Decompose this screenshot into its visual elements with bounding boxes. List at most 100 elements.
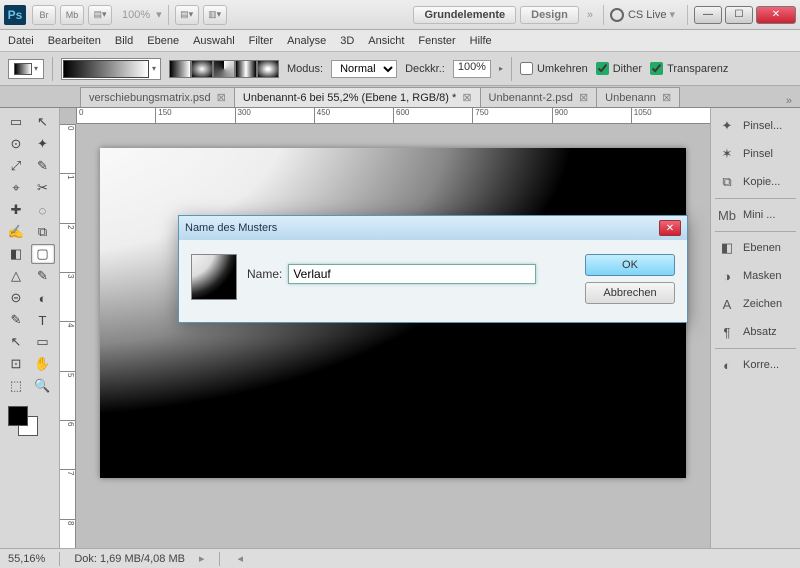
close-icon[interactable]: ⊠ xyxy=(579,91,588,104)
scroll-left-icon[interactable]: ◂ xyxy=(238,552,244,565)
tool-item[interactable]: ⧉ xyxy=(31,222,55,242)
tool-item[interactable]: ✎ xyxy=(31,266,55,286)
canvas-area[interactable]: 01503004506007509001050 012345678 xyxy=(60,108,710,568)
opacity-value[interactable]: 100% xyxy=(453,60,491,78)
tool-item[interactable]: ▭ xyxy=(4,112,28,132)
menu-fenster[interactable]: Fenster xyxy=(418,35,455,47)
gradient-angle[interactable] xyxy=(213,60,235,78)
tool-item[interactable]: 🔍 xyxy=(31,376,55,396)
panel-button[interactable]: MbMini ... xyxy=(711,201,800,229)
panel-button[interactable]: AZeichen xyxy=(711,290,800,318)
close-icon[interactable]: ⊠ xyxy=(462,91,471,104)
gradient-picker[interactable]: ▾ xyxy=(61,58,161,80)
panel-button[interactable]: ◑Masken xyxy=(711,262,800,290)
tool-item[interactable]: ✍ xyxy=(4,222,28,242)
panels-dock: ✦Pinsel...✶Pinsel⧉Kopie... MbMini ... ◧Ebe… xyxy=(710,108,800,568)
tool-item[interactable]: ◧ xyxy=(4,244,28,264)
cs-live-button[interactable]: CS Live ▾ xyxy=(610,8,675,22)
color-swatch[interactable] xyxy=(4,402,55,438)
tool-item[interactable]: ↖ xyxy=(4,332,28,352)
separator xyxy=(603,5,604,25)
gradient-diamond[interactable] xyxy=(257,60,279,78)
menu-hilfe[interactable]: Hilfe xyxy=(470,35,492,47)
menu-auswahl[interactable]: Auswahl xyxy=(193,35,235,47)
menu-3d[interactable]: 3D xyxy=(340,35,354,47)
document-tab[interactable]: Unbenannt-2.psd⊠ xyxy=(480,87,598,107)
close-icon[interactable]: ⊠ xyxy=(217,91,226,104)
window-maximize[interactable]: ☐ xyxy=(725,6,753,24)
tool-item[interactable]: ◐ xyxy=(31,288,55,308)
document-tab[interactable]: Unbenann⊠ xyxy=(596,87,680,107)
workspace-essentials[interactable]: Grundelemente xyxy=(413,6,516,24)
status-doc-size[interactable]: Dok: 1,69 MB/4,08 MB xyxy=(74,553,185,565)
status-zoom[interactable]: 55,16% xyxy=(8,553,45,565)
tool-item[interactable]: △ xyxy=(4,266,28,286)
tool-item[interactable]: ✋ xyxy=(31,354,55,374)
tool-item[interactable]: ✚ xyxy=(4,200,28,220)
tool-item[interactable]: ▢ xyxy=(31,244,55,264)
arrange-button[interactable]: ▥▾ xyxy=(203,5,227,25)
workspace-design[interactable]: Design xyxy=(520,6,579,24)
blend-mode-select[interactable]: Normal xyxy=(331,60,397,78)
tabs-overflow[interactable]: » xyxy=(778,95,800,107)
panel-icon: ◧ xyxy=(719,240,735,256)
menu-datei[interactable]: Datei xyxy=(8,35,34,47)
gradient-reflected[interactable] xyxy=(235,60,257,78)
panel-button[interactable]: ¶Absatz xyxy=(711,318,800,346)
tool-item[interactable]: ⤢ xyxy=(4,156,28,176)
ok-button[interactable]: OK xyxy=(585,254,675,276)
tool-item[interactable]: ✎ xyxy=(4,310,28,330)
screen-mode-button[interactable]: ▤▾ xyxy=(175,5,199,25)
tool-item[interactable]: ✂ xyxy=(31,178,55,198)
tool-item[interactable]: ◌ xyxy=(31,200,55,220)
panel-icon: A xyxy=(719,296,735,312)
status-more-icon[interactable]: ▸ xyxy=(199,552,205,565)
cancel-button[interactable]: Abbrechen xyxy=(585,282,675,304)
document-tab[interactable]: Unbenannt-6 bei 55,2% (Ebene 1, RGB/8) *… xyxy=(234,87,481,107)
dialog-close-button[interactable]: ✕ xyxy=(659,220,681,236)
transparency-checkbox[interactable] xyxy=(650,62,663,75)
menu-bild[interactable]: Bild xyxy=(115,35,133,47)
panel-button[interactable]: ◐Korre... xyxy=(711,351,800,379)
workspace-more[interactable]: » xyxy=(587,9,593,21)
bridge-button[interactable]: Br xyxy=(32,5,56,25)
menu-bearbeiten[interactable]: Bearbeiten xyxy=(48,35,101,47)
menu-ebene[interactable]: Ebene xyxy=(147,35,179,47)
minibridge-button[interactable]: Mb xyxy=(60,5,84,25)
tool-item[interactable]: ↖ xyxy=(31,112,55,132)
zoom-level[interactable]: 100% xyxy=(122,9,150,21)
panel-button[interactable]: ◧Ebenen xyxy=(711,234,800,262)
tool-item[interactable]: ✎ xyxy=(31,156,55,176)
close-icon[interactable]: ⊠ xyxy=(662,91,671,104)
reverse-checkbox[interactable] xyxy=(520,62,533,75)
dither-checkbox[interactable] xyxy=(596,62,609,75)
tool-item[interactable]: ✦ xyxy=(31,134,55,154)
menu-filter[interactable]: Filter xyxy=(249,35,273,47)
panel-icon: Mb xyxy=(719,207,735,223)
panel-button[interactable]: ⧉Kopie... xyxy=(711,168,800,196)
tool-item[interactable]: ⌖ xyxy=(4,178,28,198)
panel-icon: ⧉ xyxy=(719,174,735,190)
document-tab[interactable]: verschiebungsmatrix.psd⊠ xyxy=(80,87,235,107)
panel-button[interactable]: ✶Pinsel xyxy=(711,140,800,168)
gradient-radial[interactable] xyxy=(191,60,213,78)
tool-item[interactable]: ⬚ xyxy=(4,376,28,396)
tool-item[interactable]: ▭ xyxy=(31,332,55,352)
tool-item[interactable]: T xyxy=(31,310,55,330)
window-close[interactable]: ✕ xyxy=(756,6,796,24)
panel-icon: ¶ xyxy=(719,324,735,340)
tool-item[interactable]: ⊙ xyxy=(4,134,28,154)
panel-button[interactable]: ✦Pinsel... xyxy=(711,112,800,140)
tool-preset[interactable]: ▾ xyxy=(8,59,44,79)
tool-item[interactable]: ⊝ xyxy=(4,288,28,308)
layout-button[interactable]: ▤▾ xyxy=(88,5,112,25)
window-minimize[interactable]: — xyxy=(694,6,722,24)
gradient-linear[interactable] xyxy=(169,60,191,78)
document-tabs: verschiebungsmatrix.psd⊠Unbenannt-6 bei … xyxy=(0,86,800,108)
dither-label: Dither xyxy=(613,63,642,75)
menu-bar: Datei Bearbeiten Bild Ebene Auswahl Filter Ana… xyxy=(0,30,800,52)
menu-ansicht[interactable]: Ansicht xyxy=(368,35,404,47)
menu-analyse[interactable]: Analyse xyxy=(287,35,326,47)
tool-item[interactable]: ⊡ xyxy=(4,354,28,374)
name-field-input[interactable] xyxy=(288,264,536,284)
